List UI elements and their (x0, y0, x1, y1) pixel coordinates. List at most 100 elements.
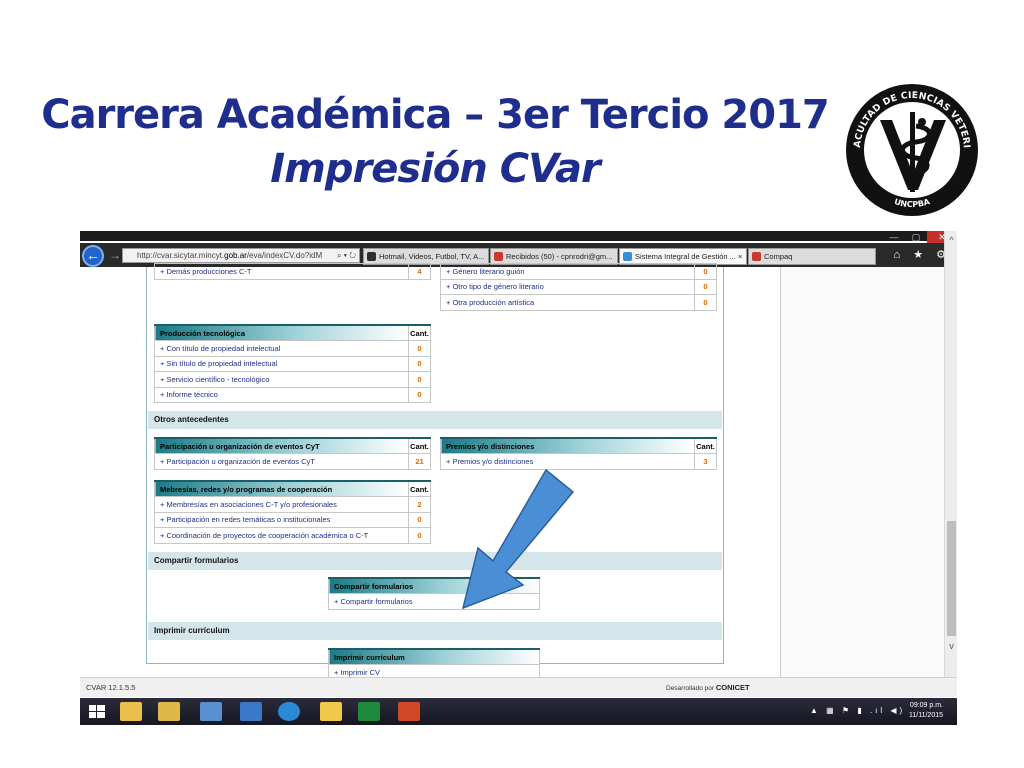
table-row[interactable]: + Género literario guión 0 (440, 263, 717, 280)
row-label[interactable]: + Coordinación de proyectos de cooperaci… (154, 527, 409, 544)
system-tray-icons[interactable]: ▲ ▦ ⚑ ▮ .ıl ◀) (810, 706, 905, 715)
row-label[interactable]: + Premios y/o distinciones (440, 453, 695, 470)
table-row[interactable]: + Participación en redes temáticas o ins… (154, 511, 431, 528)
back-arrow-icon: ← (86, 247, 100, 263)
table-row[interactable]: + Membresías en asociaciones C-T y/o pro… (154, 496, 431, 513)
pointer-arrow-icon (461, 468, 575, 610)
table-row[interactable]: + Participación u organización de evento… (154, 453, 431, 470)
windows-taskbar: ▲ ▦ ⚑ ▮ .ıl ◀) 09:09 p.m. 11/11/2015 (80, 698, 957, 725)
table-header: Mebresías, redes y/o programas de cooper… (154, 480, 431, 497)
demas-producciones-table: + Demás producciones C-T 4 (154, 263, 431, 280)
address-bar[interactable]: http://cvar.sicytar.mincyt.gob.ar/eva/in… (122, 248, 360, 263)
row-label[interactable]: + Informe técnico (154, 386, 409, 403)
section-imprimir-curriculum: Imprimir currículum (148, 622, 722, 640)
control-panel-icon[interactable] (200, 702, 222, 721)
scroll-down-icon[interactable]: v (945, 641, 957, 651)
header-count: Cant. (408, 437, 431, 454)
membresias-table: Mebresías, redes y/o programas de cooper… (154, 480, 431, 544)
row-label[interactable]: + Servicio científico - tecnológico (154, 371, 409, 388)
chat-icon[interactable] (240, 702, 262, 721)
folder-icon[interactable] (320, 702, 342, 721)
artistic-production-table: + Género literario guión 0 + Otro tipo de… (440, 263, 717, 311)
maximize-button[interactable]: ▢ (905, 231, 927, 243)
tab-label: Sistema Integral de Gestión ... × (635, 252, 743, 261)
tab-label: Compaq (764, 252, 793, 261)
scroll-up-icon[interactable]: ^ (945, 235, 957, 245)
row-count: 0 (694, 294, 717, 311)
faculty-logo: FACULTAD DE CIENCIAS VETERINARIAS UNCPBA (842, 78, 978, 216)
table-row[interactable]: + Servicio científico - tecnológico 0 (154, 371, 431, 388)
row-count: 0 (408, 355, 431, 372)
vertical-scrollbar[interactable]: ^ v (944, 231, 957, 677)
header-label: Imprimir currículum (328, 648, 540, 665)
header-count: Cant. (408, 480, 431, 497)
file-explorer-icon[interactable] (120, 702, 142, 721)
table-row[interactable]: + Con título de propiedad intelectual 0 (154, 340, 431, 357)
row-label[interactable]: + Género literario guión (440, 263, 695, 280)
windows-start-icon[interactable] (86, 702, 108, 721)
row-count: 0 (694, 278, 717, 295)
system-clock[interactable]: 09:09 p.m. 11/11/2015 (909, 701, 943, 721)
row-label[interactable]: + Membresías en asociaciones C-T y/o pro… (154, 496, 409, 513)
header-label: Participación u organización de eventos … (154, 437, 409, 454)
library-icon[interactable] (158, 702, 180, 721)
row-label[interactable]: + Sin título de propiedad intelectual (154, 355, 409, 372)
table-row[interactable]: + Sin título de propiedad intelectual 0 (154, 355, 431, 372)
powerpoint-icon[interactable] (398, 702, 420, 721)
search-icon[interactable]: ⌕ ▾ ↻ (337, 249, 356, 262)
tab-label: Recibidos (50) - cpnrodri@gm... (506, 252, 613, 261)
version-label: CVAR 12.1.5.5 (86, 683, 136, 692)
table-row[interactable]: + Premios y/o distinciones 3 (440, 453, 717, 470)
row-label[interactable]: + Participación u organización de evento… (154, 453, 409, 470)
ie-page-icon (623, 252, 632, 261)
row-label[interactable]: + Otra producción artística (440, 294, 695, 311)
forward-arrow-icon[interactable]: → (109, 248, 121, 262)
minimize-button[interactable]: — (883, 231, 905, 243)
row-label[interactable]: + Otro tipo de género literario (440, 278, 695, 295)
row-count: 0 (408, 527, 431, 544)
header-label: Premios y/o distinciones (440, 437, 695, 454)
row-label[interactable]: + Con título de propiedad intelectual (154, 340, 409, 357)
clock-date: 11/11/2015 (909, 712, 943, 719)
produccion-tecnologica-table: Producción tecnológica Cant. + Con título… (154, 324, 431, 403)
table-row[interactable]: + Coordinación de proyectos de cooperaci… (154, 527, 431, 544)
imprimir-curriculum-box: Imprimir currículum + Imprimir CV (328, 648, 540, 681)
table-row[interactable]: + Demás producciones C-T 4 (154, 263, 431, 280)
row-count: 3 (694, 453, 717, 470)
row-count: 0 (408, 340, 431, 357)
table-header: Premios y/o distinciones Cant. (440, 437, 717, 454)
conicet-logo: CONICET (715, 683, 750, 692)
table-row[interactable]: + Otra producción artística 0 (440, 294, 717, 311)
header-count: Cant. (694, 437, 717, 454)
scroll-thumb[interactable] (947, 521, 956, 636)
developed-by-label: Desarrollado por (666, 685, 715, 692)
window-titlebar (80, 231, 957, 241)
excel-icon[interactable] (358, 702, 380, 721)
tab-label: Hotmail, Videos, Futbol, TV, A... (379, 252, 485, 261)
row-label[interactable]: + Demás producciones C-T (154, 263, 409, 280)
row-count: 0 (408, 511, 431, 528)
table-row[interactable]: + Informe técnico 0 (154, 386, 431, 403)
slide-title-line1: Carrera Académica – 3er Tercio 2017 (41, 92, 830, 138)
row-count: 2 (408, 496, 431, 513)
back-button[interactable]: ← (82, 245, 104, 267)
home-favorites-settings-icons[interactable]: ⌂ ★ ⚙ (894, 248, 951, 261)
tab-compaq[interactable]: Compaq (748, 248, 876, 265)
row-count: 21 (408, 453, 431, 470)
row-count: 0 (408, 371, 431, 388)
developer-credit: Desarrollado por CONICET (666, 683, 750, 692)
compaq-icon (752, 252, 761, 261)
table-header: Participación u organización de eventos … (154, 437, 431, 454)
participacion-eventos-table: Participación u organización de eventos … (154, 437, 431, 470)
internet-explorer-icon[interactable] (278, 702, 300, 721)
right-pane (780, 267, 944, 677)
clock-time: 09:09 p.m. (909, 702, 943, 709)
status-bar: CVAR 12.1.5.5 Desarrollado por CONICET (80, 677, 957, 697)
row-count: 4 (408, 263, 431, 280)
header-label: Producción tecnológica (154, 324, 409, 341)
header-count: Cant. (408, 324, 431, 341)
section-otros-antecedentes: Otros antecedentes (148, 411, 722, 429)
row-label[interactable]: + Participación en redes temáticas o ins… (154, 511, 409, 528)
address-domain: gob.ar (224, 251, 247, 260)
table-row[interactable]: + Otro tipo de género literario 0 (440, 278, 717, 295)
